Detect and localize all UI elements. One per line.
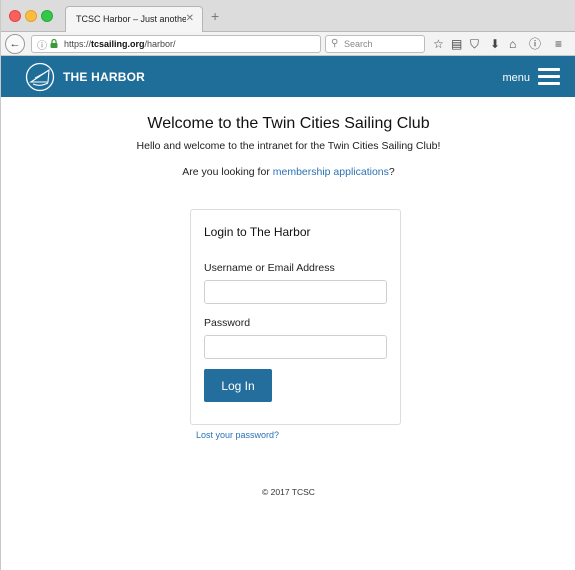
search-input[interactable]: ⚲ Search (325, 35, 425, 53)
login-button[interactable]: Log In (204, 369, 272, 402)
minimize-window-button[interactable] (25, 10, 37, 22)
browser-menu-icon[interactable]: ≡ (555, 37, 562, 51)
download-icon[interactable]: ⬇ (490, 37, 500, 51)
site-title[interactable]: THE HARBOR (63, 70, 145, 84)
menu-label[interactable]: menu (502, 72, 530, 84)
back-button[interactable]: ← (5, 34, 25, 54)
username-label: Username or Email Address (204, 262, 335, 274)
membership-link[interactable]: membership applications (273, 166, 389, 178)
browser-tab[interactable]: TCSC Harbor – Just another TC... ✕ (65, 6, 203, 32)
browser-window: TCSC Harbor – Just another TC... ✕ + ← ⓘ… (0, 0, 575, 570)
address-bar[interactable]: ⓘ https://tcsailing.org/harbor/ C (31, 35, 340, 53)
login-title: Login to The Harbor (204, 225, 311, 239)
info-circle-icon[interactable]: ⓘ (529, 37, 541, 51)
info-icon[interactable]: ⓘ (37, 37, 47, 52)
password-label: Password (204, 317, 251, 329)
maximize-window-button[interactable] (41, 10, 53, 22)
membership-text: Are you looking for membership applicati… (182, 166, 395, 178)
lock-icon (50, 39, 58, 48)
reader-icon[interactable]: ▤ (451, 37, 462, 51)
search-icon: ⚲ (331, 38, 339, 49)
navigation-bar: ← ⓘ https://tcsailing.org/harbor/ C ⚲ Se… (1, 32, 575, 56)
home-icon[interactable]: ⌂ (509, 37, 516, 51)
pocket-icon[interactable]: ⛉ (470, 37, 479, 51)
password-field[interactable] (204, 335, 387, 359)
login-form: Login to The Harbor Username or Email Ad… (190, 209, 401, 425)
sailboat-logo[interactable] (25, 62, 55, 92)
username-field[interactable] (204, 280, 387, 304)
search-placeholder: Search (344, 39, 373, 49)
close-icon[interactable]: ✕ (186, 13, 194, 24)
welcome-text: Hello and welcome to the intranet for th… (136, 140, 441, 152)
site-header: THE HARBOR menu (1, 56, 575, 97)
page-title: Welcome to the Twin Cities Sailing Club (147, 115, 430, 132)
footer-copyright: © 2017 TCSC (262, 487, 315, 497)
tab-strip: TCSC Harbor – Just another TC... ✕ + (1, 0, 575, 32)
hamburger-icon[interactable] (538, 68, 560, 86)
url-text: https://tcsailing.org/harbor/ (64, 39, 176, 49)
tab-title: TCSC Harbor – Just another TC... (76, 14, 186, 24)
lost-password-link[interactable]: Lost your password? (196, 430, 279, 440)
new-tab-button[interactable]: + (211, 8, 219, 24)
star-icon[interactable]: ☆ (433, 37, 444, 51)
close-window-button[interactable] (9, 10, 21, 22)
